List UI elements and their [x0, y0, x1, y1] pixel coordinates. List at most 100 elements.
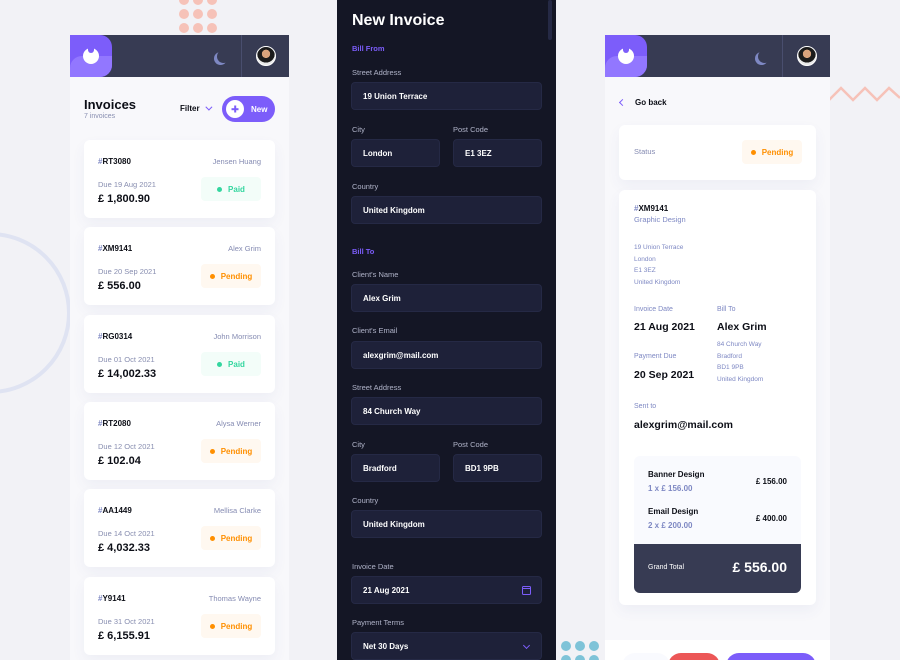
theme-toggle[interactable]: [741, 35, 783, 77]
invoice-date-value: 21 Aug 2021: [634, 321, 695, 333]
client-address: 84 Church Way Bradford BD1 9PB United Ki…: [717, 341, 764, 383]
status-badge: Pending: [742, 140, 802, 164]
invoice-amount: £ 4,032.33: [98, 542, 150, 554]
status-label: Status: [634, 147, 656, 156]
status-badge: Pending: [201, 614, 261, 638]
invoice-date-label: Invoice Date: [634, 306, 673, 313]
client-email-label: Client's Email: [352, 326, 398, 335]
bill-from-city-label: City: [352, 125, 365, 134]
item-quantity: 2 x £ 200.00: [648, 521, 693, 530]
invoice-detail-screen: Go back Status Pending #XM9141 Graphic D…: [605, 35, 830, 660]
invoice-list-screen: Invoices 7 invoices Filter New #RT3080 Je…: [70, 35, 289, 660]
bill-to-post-label: Post Code: [453, 440, 489, 449]
decorative-ring: [0, 232, 71, 394]
due-date: Due 12 Oct 2021: [98, 442, 155, 451]
new-invoice-screen: New Invoice Bill From Street Address 19 …: [337, 0, 556, 660]
bill-from-post-input[interactable]: E1 3EZ: [453, 139, 542, 167]
new-button-label: New: [251, 104, 268, 114]
invoice-id: #XM9141: [634, 204, 669, 213]
client-email-input[interactable]: alexgrim@mail.com: [351, 341, 542, 369]
status-badge: Paid: [201, 177, 261, 201]
status-text: Paid: [228, 359, 245, 369]
status-dot: [217, 361, 223, 367]
invoice-amount: £ 14,002.33: [98, 368, 157, 380]
invoice-amount: £ 556.00: [98, 280, 141, 292]
theme-toggle[interactable]: [200, 35, 242, 77]
scrollbar[interactable]: [548, 0, 552, 40]
due-date: Due 19 Aug 2021: [98, 180, 156, 189]
status-text: Paid: [228, 184, 245, 194]
filter-dropdown[interactable]: Filter: [180, 103, 213, 113]
new-invoice-button[interactable]: New: [222, 96, 275, 122]
grand-total-label: Grand Total: [648, 564, 685, 571]
due-date: Due 31 Oct 2021: [98, 617, 155, 626]
sender-address: 19 Union Terrace London E1 3EZ United Ki…: [634, 244, 684, 286]
client-name: Thomas Wayne: [208, 594, 261, 603]
status-badge: Pending: [201, 526, 261, 550]
invoice-card[interactable]: #RT2080 Alysa Werner Due 12 Oct 2021 £ 102.…: [84, 402, 275, 480]
grand-total-value: £ 556.00: [732, 559, 788, 575]
client-name: Jensen Huang: [212, 157, 261, 166]
bill-to-country-input[interactable]: United Kingdom: [351, 510, 542, 538]
chevron-down-icon: [522, 641, 531, 650]
avatar-button[interactable]: [242, 35, 289, 77]
payment-due-value: 20 Sep 2021: [634, 369, 695, 381]
client-name: John Morrison: [213, 332, 261, 341]
invoice-date-value: 21 Aug 2021: [363, 585, 410, 595]
invoice-card[interactable]: #RG0314 John Morrison Due 01 Oct 2021 £ 14,…: [84, 315, 275, 393]
item-total: £ 400.00: [755, 514, 787, 523]
items-list: Banner Design 1 x £ 156.00 £ 156.00 Emai…: [634, 456, 801, 544]
status-dot: [209, 623, 215, 629]
invoice-detail-card: #XM9141 Graphic Design 19 Union Terrace …: [619, 190, 816, 605]
invoice-card[interactable]: #XM9141 Alex Grim Due 20 Sep 2021 £ 556.00 P…: [84, 227, 275, 305]
invoice-id: #RT2080: [98, 419, 131, 428]
filter-label: Filter: [180, 104, 200, 113]
logo-icon[interactable]: [605, 35, 647, 77]
bill-to-country-label: Country: [352, 496, 379, 505]
status-dot: [217, 186, 223, 192]
client-name-input[interactable]: Alex Grim: [351, 284, 542, 312]
form-title: New Invoice: [352, 12, 445, 29]
due-date: Due 20 Sep 2021: [98, 267, 157, 276]
payment-terms-select[interactable]: Net 30 Days: [351, 632, 542, 660]
page-title: Invoices: [84, 97, 137, 112]
invoice-card[interactable]: #RT3080 Jensen Huang Due 19 Aug 2021 £ 1,80…: [84, 140, 275, 218]
action-bar: [605, 640, 830, 660]
bill-from-street-input[interactable]: 19 Union Terrace: [351, 82, 542, 110]
bill-to-city-label: City: [352, 440, 365, 449]
status-dot: [209, 448, 215, 454]
avatar: [796, 46, 817, 66]
bill-from-heading: Bill From: [352, 44, 385, 53]
bill-from-city-input[interactable]: London: [351, 139, 440, 167]
status-dot: [209, 273, 215, 279]
invoice-card[interactable]: #AA1449 Mellisa Clarke Due 14 Oct 2021 £ 4,…: [84, 489, 275, 567]
payment-due-label: Payment Due: [634, 353, 677, 360]
client-name: Alysa Werner: [216, 419, 261, 428]
go-back-label: Go back: [635, 98, 667, 107]
go-back-link[interactable]: Go back: [618, 98, 667, 107]
decorative-dots-top: [179, 0, 217, 33]
mark-as-paid-button[interactable]: [726, 653, 816, 660]
invoice-card[interactable]: #Y9141 Thomas Wayne Due 31 Oct 2021 £ 6,155…: [84, 577, 275, 655]
bill-to-street-input[interactable]: 84 Church Way: [351, 397, 542, 425]
invoice-date-picker[interactable]: 21 Aug 2021: [351, 576, 542, 604]
plus-icon: [226, 100, 244, 118]
invoice-id: #AA1449: [98, 506, 132, 515]
edit-button[interactable]: [622, 653, 670, 660]
delete-button[interactable]: [668, 653, 720, 660]
bill-to-post-input[interactable]: BD1 9PB: [453, 454, 542, 482]
bill-to-city-input[interactable]: Bradford: [351, 454, 440, 482]
status-text: Pending: [220, 621, 253, 631]
status-dot: [209, 535, 215, 541]
moon-icon: [758, 50, 771, 63]
due-date: Due 14 Oct 2021: [98, 529, 155, 538]
status-text: Pending: [761, 147, 794, 157]
status-text: Pending: [220, 533, 253, 543]
item-quantity: 1 x £ 156.00: [648, 484, 693, 493]
status-badge: Pending: [201, 439, 261, 463]
bill-from-country-input[interactable]: United Kingdom: [351, 196, 542, 224]
avatar-button[interactable]: [783, 35, 830, 77]
invoice-count: 7 invoices: [84, 113, 116, 120]
invoice-id: #RG0314: [98, 332, 133, 341]
logo-icon[interactable]: [70, 35, 112, 77]
